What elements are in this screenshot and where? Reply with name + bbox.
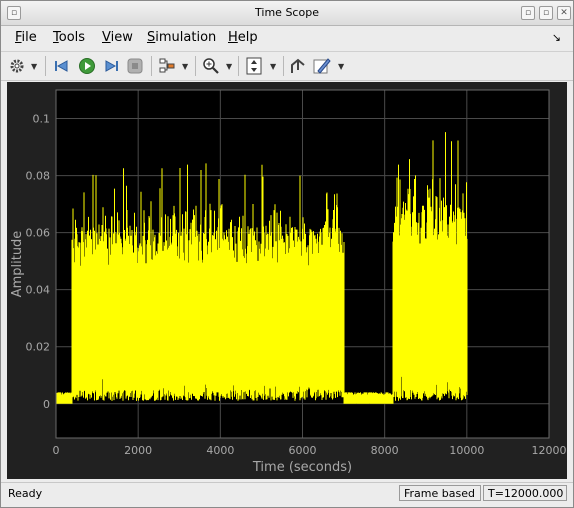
dock-arrow-icon[interactable]: ↘ bbox=[552, 31, 561, 44]
y-tick-label: 0.1 bbox=[33, 113, 51, 126]
gear-icon[interactable] bbox=[7, 56, 27, 76]
settings-dropdown-icon[interactable]: ▼ bbox=[31, 62, 37, 71]
x-tick-label: 8000 bbox=[371, 444, 399, 457]
status-bar: Ready Frame based T=12000.000 bbox=[1, 482, 573, 507]
x-tick-label: 0 bbox=[53, 444, 60, 457]
menu-simulation[interactable]: Simulation bbox=[147, 30, 216, 45]
toolbar: ▼ ▼ ▼ ▼ ▼ bbox=[1, 51, 573, 81]
y-tick-label: 0.06 bbox=[26, 227, 51, 240]
y-tick-label: 0 bbox=[43, 398, 50, 411]
x-tick-label: 2000 bbox=[124, 444, 152, 457]
zoom-icon[interactable] bbox=[201, 56, 221, 76]
window-menu-icon[interactable]: ▫ bbox=[7, 6, 21, 20]
style-dropdown-icon[interactable]: ▼ bbox=[338, 62, 344, 71]
menu-file[interactable]: File bbox=[15, 30, 37, 45]
toolbar-separator bbox=[195, 56, 196, 76]
y-tick-label: 0.02 bbox=[26, 341, 51, 354]
toolbar-separator bbox=[45, 56, 46, 76]
minimize-icon[interactable]: ▫ bbox=[521, 6, 535, 20]
simulation-time: T=12000.000 bbox=[483, 485, 567, 501]
maximize-icon[interactable]: ▫ bbox=[539, 6, 553, 20]
x-tick-label: 6000 bbox=[289, 444, 317, 457]
frame-mode-indicator: Frame based bbox=[399, 485, 481, 501]
menu-view[interactable]: View bbox=[102, 30, 133, 45]
step-back-icon[interactable] bbox=[52, 56, 72, 76]
autoscale-dropdown-icon[interactable]: ▼ bbox=[270, 62, 276, 71]
window-title: Time Scope bbox=[255, 6, 319, 19]
y-tick-label: 0.08 bbox=[26, 170, 51, 183]
menu-bar: File Tools View Simulation Help bbox=[1, 27, 573, 49]
layout-dropdown-icon[interactable]: ▼ bbox=[182, 62, 188, 71]
x-tick-label: 10000 bbox=[449, 444, 484, 457]
restore-icon[interactable] bbox=[288, 56, 308, 76]
scope-plot[interactable]: 0 2000 4000 6000 8000 10000 12000 0 0.02 0.04 0.06… bbox=[7, 82, 567, 479]
time-scope-window: Time Scope ▫ ▫ ▫ ✕ File Tools View Simul… bbox=[0, 0, 574, 508]
step-forward-icon[interactable] bbox=[101, 56, 121, 76]
toolbar-separator bbox=[151, 56, 152, 76]
autoscale-icon[interactable] bbox=[244, 56, 264, 76]
status-text: Ready bbox=[8, 487, 43, 500]
zoom-dropdown-icon[interactable]: ▼ bbox=[226, 62, 232, 71]
menu-help[interactable]: Help bbox=[228, 30, 258, 45]
run-icon[interactable] bbox=[77, 56, 97, 76]
x-tick-label: 12000 bbox=[532, 444, 567, 457]
title-bar[interactable]: Time Scope ▫ ▫ ▫ ✕ bbox=[1, 1, 573, 26]
toolbar-separator bbox=[238, 56, 239, 76]
x-axis-label: Time (seconds) bbox=[252, 460, 352, 475]
close-icon[interactable]: ✕ bbox=[557, 6, 571, 20]
toolbar-separator bbox=[283, 56, 284, 76]
y-axis-label: Amplitude bbox=[10, 231, 25, 298]
style-icon[interactable] bbox=[312, 56, 332, 76]
stop-icon[interactable] bbox=[125, 56, 145, 76]
layout-icon[interactable] bbox=[157, 56, 177, 76]
x-tick-label: 4000 bbox=[206, 444, 234, 457]
scope-display[interactable]: 0 2000 4000 6000 8000 10000 12000 0 0.02 0.04 0.06… bbox=[7, 82, 567, 479]
menu-tools[interactable]: Tools bbox=[53, 30, 85, 45]
y-tick-label: 0.04 bbox=[26, 284, 51, 297]
